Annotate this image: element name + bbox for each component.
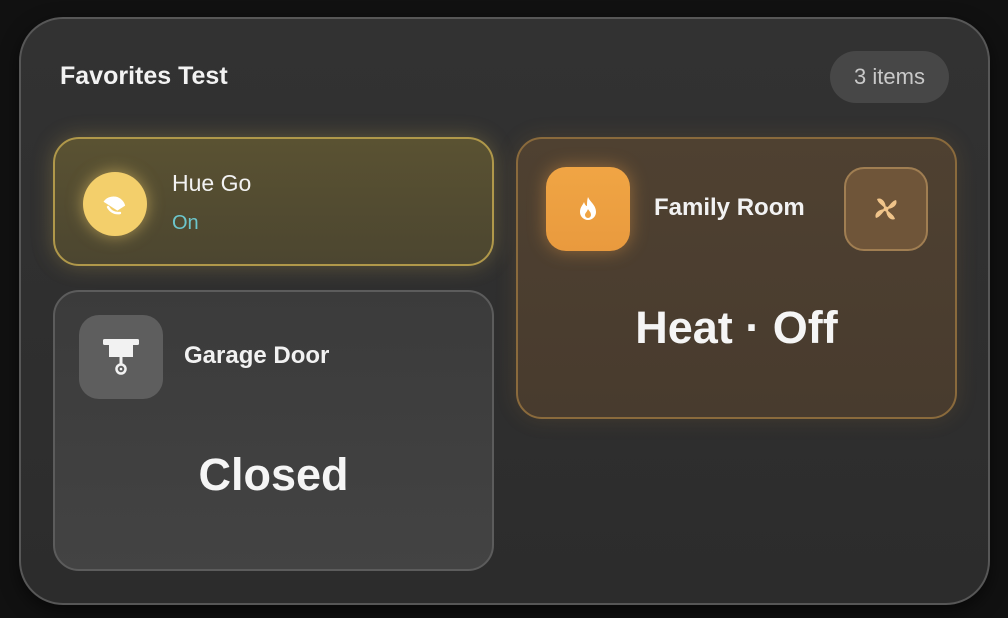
light-name: Hue Go: [172, 170, 252, 196]
climate-state: Heat · Off: [635, 302, 838, 353]
lamp-icon[interactable]: [83, 172, 147, 236]
item-count-badge: 3 items: [830, 51, 949, 103]
garage-door-state: Closed: [198, 449, 349, 500]
flame-icon[interactable]: [546, 167, 630, 251]
fan-icon[interactable]: [844, 167, 928, 251]
garage-door-card[interactable]: Garage Door Closed: [53, 290, 494, 571]
climate-name: Family Room: [654, 194, 805, 221]
panel-title: Favorites Test: [60, 62, 228, 90]
climate-card-family-room[interactable]: Family Room Heat · Off: [516, 137, 957, 419]
light-card-hue-go[interactable]: Hue Go On: [53, 137, 494, 266]
light-state: On: [172, 212, 199, 234]
garage-door-icon[interactable]: [79, 315, 163, 399]
garage-door-name: Garage Door: [184, 342, 330, 369]
